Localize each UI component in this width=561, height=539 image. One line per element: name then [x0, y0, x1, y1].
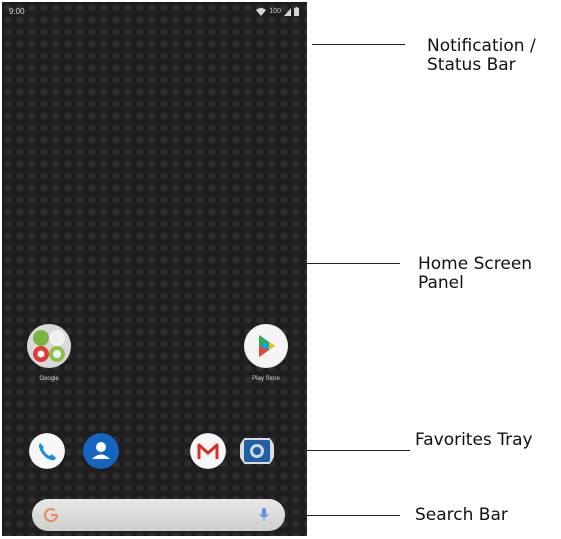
- gmail-icon[interactable]: [190, 433, 226, 469]
- app-google[interactable]: Google: [19, 324, 79, 382]
- app-label-google: Google: [39, 376, 59, 382]
- app-label-play-store: Play Store: [252, 376, 280, 382]
- callout-home-panel: Home Screen Panel: [418, 255, 532, 293]
- callout-home-panel-line2: Panel: [418, 273, 464, 293]
- signal-icon: [284, 7, 291, 16]
- search-bar[interactable]: [32, 499, 285, 531]
- callout-favorites: Favorites Tray: [415, 431, 533, 450]
- callout-status-bar-line1: Notification /: [427, 36, 536, 56]
- mic-icon[interactable]: [259, 507, 269, 523]
- google-folder-icon: [27, 324, 71, 368]
- camera-icon[interactable]: [239, 433, 275, 469]
- google-g-icon: [43, 507, 59, 523]
- callout-line-status-bar: [312, 44, 405, 45]
- app-play-store[interactable]: Play Store: [236, 324, 296, 382]
- callout-home-panel-line1: Home Screen: [418, 254, 533, 274]
- callout-favorites-line1: Favorites Tray: [415, 430, 533, 450]
- callout-search-line1: Search Bar: [415, 505, 508, 525]
- status-icons: 100: [256, 7, 299, 16]
- callout-line-home-panel: [307, 263, 400, 264]
- callout-status-bar-line2: Status Bar: [427, 55, 516, 75]
- callout-status-bar: Notification / Status Bar: [427, 37, 536, 75]
- status-text: 100: [269, 8, 281, 15]
- callout-line-search: [307, 515, 400, 516]
- phone-screen: 9:00 100 Google Play Store: [2, 2, 307, 536]
- callout-line-favorites: [307, 450, 410, 451]
- play-store-icon: [244, 324, 288, 368]
- battery-icon: [294, 7, 299, 16]
- callout-search: Search Bar: [415, 506, 508, 525]
- phone-icon[interactable]: [29, 433, 65, 469]
- status-bar[interactable]: 9:00 100: [2, 2, 307, 22]
- status-time: 9:00: [9, 7, 25, 16]
- wifi-icon: [256, 7, 267, 16]
- contacts-icon[interactable]: [83, 433, 119, 469]
